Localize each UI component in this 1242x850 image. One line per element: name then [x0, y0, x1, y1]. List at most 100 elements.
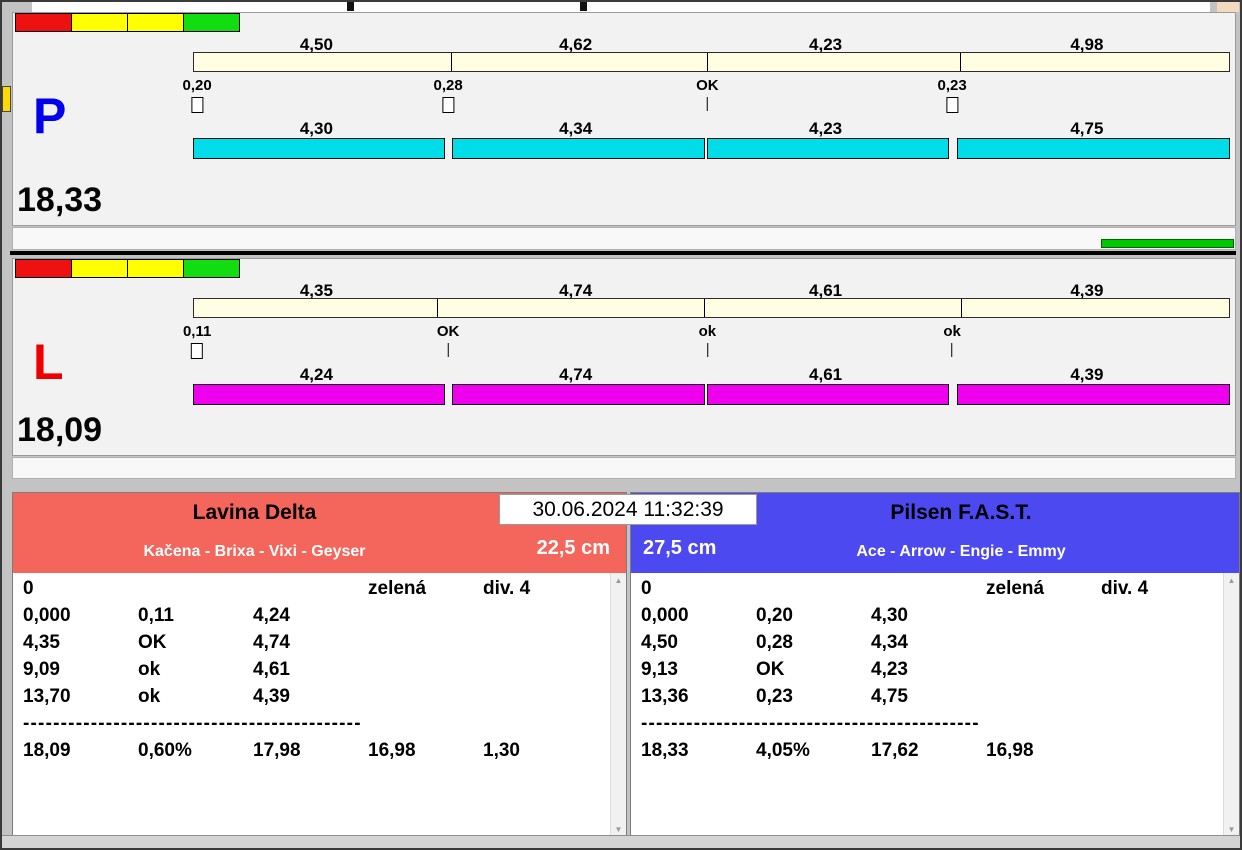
red-light [15, 13, 72, 32]
scroll-up-icon[interactable]: ▲ [611, 573, 626, 589]
top-split-values: 4,354,744,614,39 [193, 281, 1230, 298]
run-row: 0,0000,204,30 [641, 605, 1222, 632]
separator-row: ----------------------------------------… [23, 713, 609, 740]
bottom-split-values: 4,24 4,74 4,61 4,39 [193, 365, 1230, 382]
table-cell: 0,000 [23, 605, 138, 632]
table-cell [986, 632, 1101, 659]
status-lights [16, 259, 240, 278]
pass-tick-mark [707, 97, 708, 111]
run-row: 9,13OK4,23 [641, 659, 1222, 686]
split-time-value: 4,74 [559, 365, 592, 385]
team-panel-right: Pilsen F.A.S.T. Ace - Arrow - Engie - Em… [630, 492, 1240, 839]
table-cell: 18,33 [641, 740, 756, 767]
time-segment [707, 384, 949, 405]
run-row: 4,500,284,34 [641, 632, 1222, 659]
app-window: 4,504,624,234,98 0,200,28OK0,23 4,304,34… [0, 0, 1242, 850]
split-time-value: 4,23 [809, 119, 842, 139]
table-cell: ok [138, 686, 253, 713]
pass-value: 0,11 [183, 323, 211, 340]
scroll-up-icon[interactable]: ▲ [1224, 573, 1239, 589]
table-cell [1101, 740, 1216, 767]
status-bar [2, 835, 1240, 848]
team-name: Lavina Delta [13, 501, 496, 525]
split-time-value: 4,61 [809, 365, 842, 385]
table-cell [986, 659, 1101, 686]
pass-checkbox[interactable] [191, 97, 203, 113]
results-table[interactable]: 0zelenádiv. 40,0000,114,244,35OK4,749,09… [13, 573, 609, 838]
pass-tick-mark [707, 343, 708, 357]
table-cell: ok [138, 659, 253, 686]
green-light [183, 259, 240, 278]
title-strip [32, 2, 1210, 12]
table-cell: 13,70 [23, 686, 138, 713]
lane-letter: L [33, 333, 64, 391]
table-cell: 0 [641, 578, 756, 605]
scrollbar[interactable]: ▲ ▼ [1223, 573, 1239, 838]
datetime-display: 30.06.2024 11:32:39 [499, 494, 757, 525]
table-cell [756, 578, 871, 605]
table-cell [871, 578, 986, 605]
window-corner-artifact [1217, 2, 1239, 12]
progress-strip-l [12, 457, 1236, 479]
team-panel-left: Lavina Delta Kačena - Brixa - Vixi - Gey… [12, 492, 627, 839]
table-cell: 17,62 [871, 740, 986, 767]
table-cell: 0 [23, 578, 138, 605]
separator-row: ----------------------------------------… [641, 713, 1222, 740]
split-time-value: 4,39 [1070, 365, 1103, 385]
status-lights [16, 13, 240, 32]
results-table[interactable]: 0zelenádiv. 40,0000,204,304,500,284,349,… [631, 573, 1222, 838]
table-cell [368, 632, 483, 659]
table-cell [368, 605, 483, 632]
pass-checkbox[interactable] [191, 343, 203, 359]
pass-checkbox[interactable] [946, 97, 958, 113]
pass-value: ok [943, 323, 961, 340]
yellow-light-1 [71, 259, 128, 278]
table-cell: 4,39 [253, 686, 368, 713]
pass-checkbox[interactable] [442, 97, 454, 113]
table-cell: OK [756, 659, 871, 686]
green-light [183, 13, 240, 32]
team-name: Pilsen F.A.S.T. [683, 501, 1239, 525]
pass-marker: ok [699, 323, 717, 362]
jump-height: 27,5 cm [643, 537, 716, 560]
red-light [15, 259, 72, 278]
table-cell: 0,23 [756, 686, 871, 713]
table-cell: 0,20 [756, 605, 871, 632]
bar-divider [961, 299, 962, 317]
pass-marker: 0,20 [183, 77, 212, 118]
bar-divider [451, 53, 452, 71]
split-time-value: 4,24 [300, 365, 333, 385]
jump-height: 22,5 cm [537, 537, 610, 560]
table-cell [138, 578, 253, 605]
lane-total-time: 18,33 [17, 181, 102, 220]
table-cell: div. 4 [1101, 578, 1216, 605]
pass-value: OK [696, 77, 719, 94]
info-row: 0zelenádiv. 4 [23, 578, 609, 605]
lane-letter: P [33, 87, 66, 145]
info-row: 0zelenádiv. 4 [641, 578, 1222, 605]
run-row: 9,09ok4,61 [23, 659, 609, 686]
bar-divider [704, 299, 705, 317]
progress-bar [1101, 239, 1234, 248]
timing-area: 4,504,624,234,98 0,200,28OK0,23 4,304,34… [193, 35, 1230, 173]
table-cell [986, 605, 1101, 632]
yellow-light-1 [71, 13, 128, 32]
table-cell: 9,09 [23, 659, 138, 686]
table-cell: 4,24 [253, 605, 368, 632]
table-cell [1101, 632, 1216, 659]
table-cell: 0,60% [138, 740, 253, 767]
pass-marker: 0,11 [183, 323, 211, 364]
pass-marker: OK [696, 77, 719, 116]
window-artifact-icon [580, 2, 587, 11]
table-cell: 4,35 [23, 632, 138, 659]
table-cell: 1,30 [483, 740, 598, 767]
time-bar [193, 384, 1230, 405]
table-cell: 4,74 [253, 632, 368, 659]
time-segment [957, 384, 1230, 405]
table-cell: 4,05% [756, 740, 871, 767]
scrollbar[interactable]: ▲ ▼ [610, 573, 626, 838]
pass-value: 0,20 [183, 77, 212, 94]
table-cell: 16,98 [986, 740, 1101, 767]
table-cell [253, 578, 368, 605]
table-cell: 4,30 [871, 605, 986, 632]
